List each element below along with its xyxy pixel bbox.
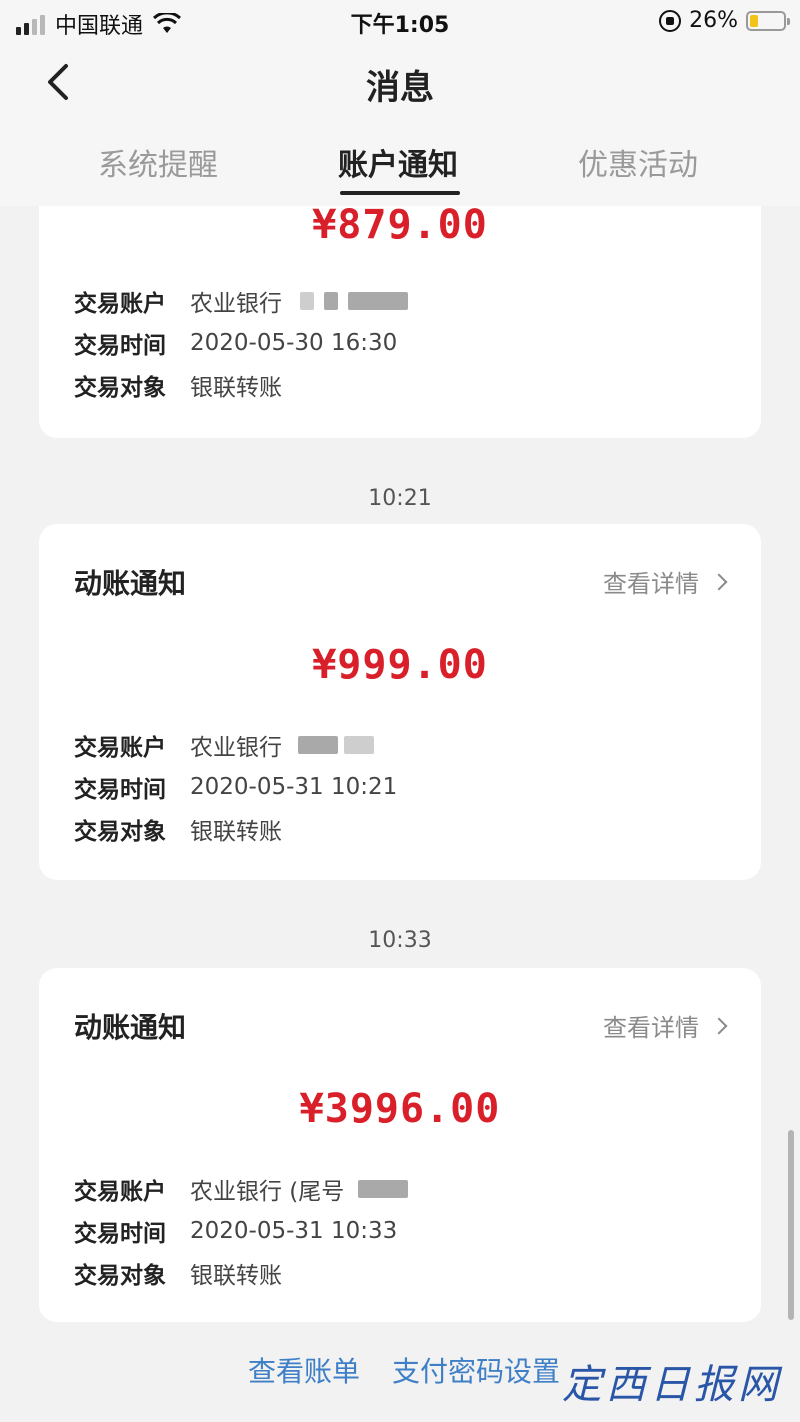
scrollbar[interactable]	[788, 1130, 794, 1320]
view-details-label: 查看详情	[603, 1014, 699, 1042]
masked-account	[324, 292, 338, 310]
party-row: 交易对象 银联转账	[74, 812, 282, 846]
view-details-link[interactable]: 查看详情	[603, 1008, 728, 1043]
account-row: 交易账户 农业银行 (尾号	[74, 1172, 409, 1206]
battery-percent: 26%	[689, 8, 738, 33]
page-title: 消息	[366, 68, 434, 108]
time-row: 交易时间 2020-05-31 10:21	[74, 770, 397, 804]
party-row: 交易对象 银联转账	[74, 368, 282, 402]
message-timestamp: 10:21	[368, 486, 432, 511]
party-label: 交易对象	[74, 819, 166, 845]
orientation-lock-icon	[659, 9, 682, 32]
party-label: 交易对象	[74, 375, 166, 401]
transaction-card[interactable]: 动账通知 查看详情 ¥3996.00 交易账户 农业银行 (尾号 交易时间 20…	[39, 968, 761, 1322]
view-details-label: 查看详情	[603, 570, 699, 598]
account-value: 农业银行 (尾号	[190, 1179, 345, 1205]
time-label: 交易时间	[74, 1221, 166, 1247]
pay-password-settings-link[interactable]: 支付密码设置	[392, 1350, 560, 1390]
transaction-card[interactable]: 动账通知 查看详情 ¥999.00 交易账户 农业银行 交易时间 2020-05…	[39, 524, 761, 880]
tab-promotions[interactable]: 优惠活动	[578, 140, 698, 184]
account-label: 交易账户	[74, 1179, 166, 1205]
party-row: 交易对象 银联转账	[74, 1256, 282, 1290]
account-row: 交易账户 农业银行	[74, 284, 408, 318]
message-timestamp: 10:33	[368, 928, 432, 953]
masked-account	[358, 1180, 409, 1198]
active-tab-indicator	[340, 191, 460, 195]
time-row: 交易时间 2020-05-30 16:30	[74, 326, 397, 360]
tab-bar: 系统提醒 账户通知 优惠活动	[0, 122, 800, 206]
party-value: 银联转账	[190, 375, 282, 401]
account-label: 交易账户	[74, 735, 166, 761]
chevron-right-icon	[710, 573, 728, 590]
time-label: 交易时间	[74, 777, 166, 803]
view-bill-link[interactable]: 查看账单	[248, 1350, 360, 1390]
account-row: 交易账户 农业银行	[74, 728, 374, 762]
time-value: 2020-05-31 10:33	[190, 1218, 398, 1244]
time-row: 交易时间 2020-05-31 10:33	[74, 1214, 397, 1248]
newspaper-watermark: 定西日报网	[562, 1362, 782, 1408]
transaction-amount: ¥999.00	[312, 642, 488, 688]
tab-system-reminder[interactable]: 系统提醒	[98, 140, 218, 184]
masked-account	[298, 736, 338, 754]
message-list[interactable]: ¥879.00 交易账户 农业银行 交易时间 2020-05-30 16:30 …	[0, 206, 800, 1422]
view-details-link[interactable]: 查看详情	[603, 564, 728, 599]
chevron-right-icon	[710, 1017, 728, 1034]
party-label: 交易对象	[74, 1263, 166, 1289]
masked-account	[348, 292, 408, 310]
account-label: 交易账户	[74, 291, 166, 317]
transaction-amount: ¥879.00	[312, 206, 488, 248]
time-label: 交易时间	[74, 333, 166, 359]
card-title: 动账通知	[74, 1011, 187, 1044]
tab-account-notice[interactable]: 账户通知	[338, 140, 458, 184]
masked-account	[300, 292, 314, 310]
transaction-amount: ¥3996.00	[299, 1086, 501, 1132]
time-value: 2020-05-31 10:21	[190, 774, 398, 800]
time-value: 2020-05-30 16:30	[190, 330, 398, 356]
battery-icon	[746, 10, 790, 31]
nav-header: 消息	[0, 42, 800, 122]
party-value: 银联转账	[190, 1263, 282, 1289]
transaction-card[interactable]: ¥879.00 交易账户 农业银行 交易时间 2020-05-30 16:30 …	[39, 206, 761, 438]
account-value: 农业银行	[190, 735, 282, 761]
party-value: 银联转账	[190, 819, 282, 845]
status-right: 26%	[659, 8, 790, 33]
card-title: 动账通知	[74, 567, 187, 600]
status-bar: 中国联通 下午1:05 26%	[0, 0, 800, 42]
masked-account	[344, 736, 374, 754]
account-value: 农业银行	[190, 291, 282, 317]
